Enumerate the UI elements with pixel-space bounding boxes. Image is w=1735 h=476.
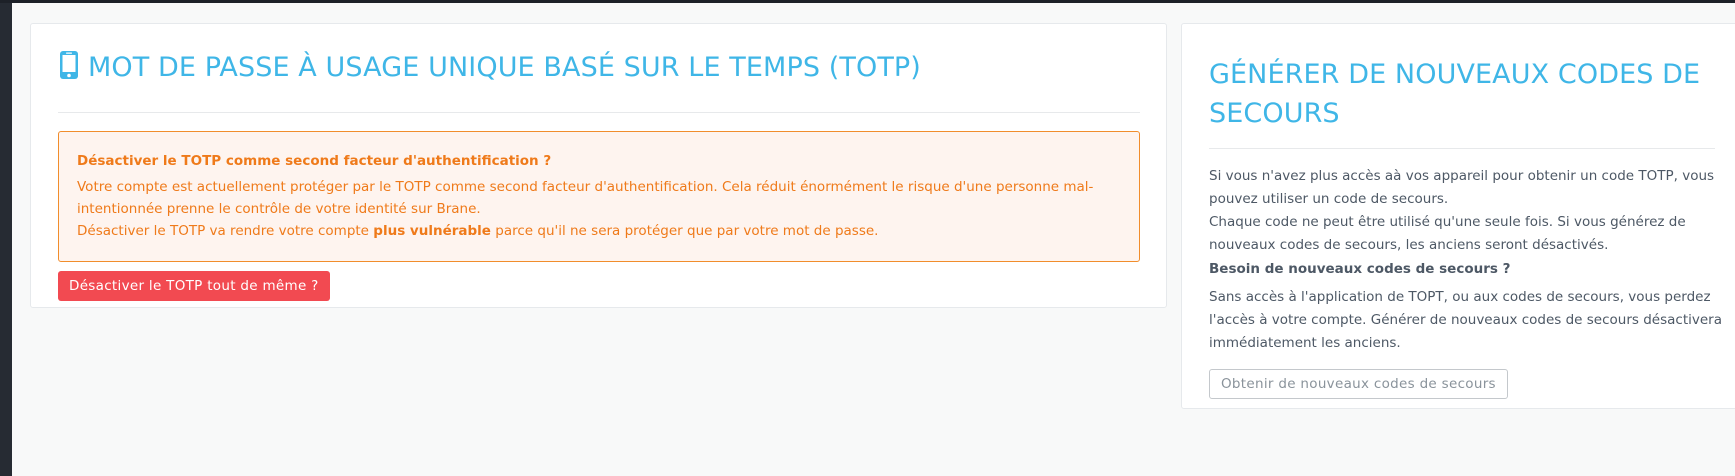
alert-line-2-suffix: parce qu'il ne sera protéger que par vot… <box>490 223 879 239</box>
recovery-title: GÉNÉRER DE NOUVEAUX CODES DE SECOURS <box>1209 59 1701 129</box>
totp-card: MOT DE PASSE À USAGE UNIQUE BASÉ SUR LE … <box>30 23 1167 308</box>
recovery-warning: Sans accès à l'application de TOPT, ou a… <box>1209 286 1724 355</box>
recovery-para-3: Sans accès à l'application de TOPT, ou a… <box>1209 289 1722 351</box>
divider <box>1209 148 1715 149</box>
alert-line-1: Votre compte est actuellement protéger p… <box>77 179 1094 217</box>
recovery-para-2: Chaque code ne peut être utilisé qu'une … <box>1209 214 1686 253</box>
divider <box>58 112 1140 113</box>
recovery-intro: Si vous n'avez plus accès aà vos apparei… <box>1209 165 1724 257</box>
alert-line-2: Désactiver le TOTP va rendre votre compt… <box>77 220 1121 242</box>
recovery-para-1: Si vous n'avez plus accès aà vos apparei… <box>1209 168 1715 207</box>
recovery-codes-card: GÉNÉRER DE NOUVEAUX CODES DE SECOURS Si … <box>1181 23 1735 409</box>
totp-title: MOT DE PASSE À USAGE UNIQUE BASÉ SUR LE … <box>58 50 921 83</box>
disable-totp-button[interactable]: Désactiver le TOTP tout de même ? <box>58 271 330 301</box>
mobile-phone-icon <box>58 50 80 80</box>
alert-title: Désactiver le TOTP comme second facteur … <box>77 153 552 169</box>
alert-emphasis: plus vulnérable <box>373 223 491 239</box>
get-recovery-codes-button[interactable]: Obtenir de nouveaux codes de secours <box>1209 369 1508 399</box>
recovery-subheading: Besoin de nouveaux codes de secours ? <box>1209 261 1511 277</box>
warning-alert: Désactiver le TOTP comme second facteur … <box>58 131 1140 262</box>
totp-title-text: MOT DE PASSE À USAGE UNIQUE BASÉ SUR LE … <box>88 52 921 83</box>
main-content: MOT DE PASSE À USAGE UNIQUE BASÉ SUR LE … <box>12 3 1735 476</box>
alert-line-2-prefix: Désactiver le TOTP va rendre votre compt… <box>77 223 374 239</box>
